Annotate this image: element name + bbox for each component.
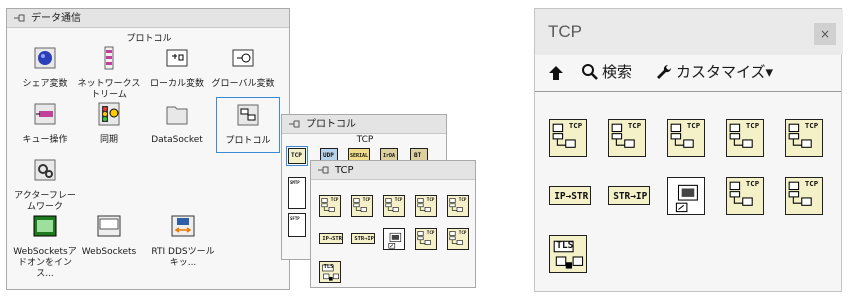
traffic-light-icon bbox=[98, 102, 120, 126]
wrench-icon bbox=[657, 64, 672, 79]
ip-to-string-icon[interactable]: IP→STR bbox=[319, 233, 343, 245]
websocket-icon bbox=[97, 215, 121, 237]
tcp-palette: TCP × 検索 カスタマイズ▾ TCP TCP TCP TCP TCP IP→STR ST… bbox=[534, 8, 843, 292]
tcp-wait-on-listener-icon[interactable]: TCP bbox=[447, 228, 469, 250]
tcp-function-text: TCP bbox=[686, 121, 701, 131]
global-variable-item[interactable]: グローバル変数 bbox=[211, 45, 275, 90]
string-to-ip-icon[interactable]: STR→IP bbox=[351, 233, 375, 245]
network-stream-icon bbox=[104, 46, 114, 70]
pin-icon[interactable] bbox=[13, 13, 27, 23]
tcp-listen-icon[interactable]: TCP bbox=[549, 119, 587, 157]
ip-to-string-icon[interactable]: IP→STR bbox=[549, 186, 591, 206]
customize-button[interactable]: カスタマイズ▾ bbox=[655, 61, 773, 82]
tcp-create-listener-icon[interactable]: TCP bbox=[415, 228, 437, 250]
tcp-function-text: TCP bbox=[458, 229, 467, 235]
tcp-open-connection-icon[interactable]: TCP bbox=[608, 119, 646, 157]
tcp-function-text: TCP bbox=[745, 179, 760, 189]
queue-icon bbox=[34, 103, 56, 125]
tcp-listen-icon[interactable]: TCP bbox=[319, 195, 341, 217]
string-to-ip-icon[interactable]: STR→IP bbox=[608, 186, 650, 206]
tcp-function-glyph bbox=[675, 184, 698, 213]
tcp-open-connection-icon[interactable]: TCP bbox=[351, 195, 373, 217]
global-variable-icon bbox=[232, 49, 254, 67]
protocol-titlebar[interactable]: プロトコル bbox=[282, 115, 446, 134]
tcp-function-text: TCP bbox=[804, 121, 819, 131]
folder-icon bbox=[166, 106, 188, 125]
protocol-palette-title: プロトコル bbox=[306, 118, 356, 130]
tcp-function-text: TCP bbox=[568, 121, 583, 131]
palette-title: データ通信 bbox=[31, 12, 81, 24]
websockets-addon-icon bbox=[33, 215, 57, 237]
search-button[interactable]: 検索 bbox=[581, 61, 632, 82]
small-tcp-title: TCP bbox=[335, 164, 354, 176]
network-stream-item[interactable]: ネットワークストリーム bbox=[77, 45, 141, 101]
section-header: プロトコル bbox=[126, 34, 172, 44]
websockets-item[interactable]: WebSockets bbox=[77, 213, 141, 258]
tcp-function-text: TLS bbox=[323, 264, 334, 271]
toolbar: 検索 カスタマイズ▾ bbox=[535, 61, 843, 85]
protocol-smtp-icon[interactable]: SMTP bbox=[288, 177, 306, 209]
tcp-close-connection-icon[interactable]: TCP bbox=[447, 195, 469, 217]
gears-icon bbox=[34, 159, 56, 181]
tcp-function-text: TCP bbox=[426, 229, 435, 235]
tcp-function-text: TLS bbox=[556, 240, 574, 252]
pin-icon[interactable] bbox=[288, 119, 302, 129]
shared-variable-item[interactable]: シェア変数 bbox=[13, 45, 77, 90]
queue-operations-item[interactable]: キュー操作 bbox=[13, 101, 77, 146]
rti-icon bbox=[171, 215, 195, 237]
synchronization-item[interactable]: 同期 bbox=[77, 101, 141, 146]
tcp-vi-reference-icon[interactable] bbox=[667, 177, 705, 215]
tcp-function-text: IP→STR bbox=[322, 236, 342, 243]
protocol-sftp-icon[interactable]: SFTP bbox=[288, 213, 306, 237]
tls-icon[interactable]: TLS bbox=[549, 235, 587, 273]
protocol-section-header: TCP bbox=[356, 135, 374, 145]
search-icon bbox=[582, 63, 598, 80]
tcp-function-text: STR→IP bbox=[354, 236, 374, 243]
small-tcp-titlebar[interactable]: TCP bbox=[311, 161, 475, 180]
tcp-function-text: TCP bbox=[458, 196, 467, 202]
tls-icon[interactable]: TLS bbox=[319, 261, 341, 283]
toolbar-separator bbox=[535, 91, 841, 92]
tcp-function-text: TCP bbox=[330, 196, 339, 202]
tcp-function-text: TCP bbox=[394, 196, 403, 202]
data-communication-palette: データ通信 プロトコル シェア変数 ネットワークストリーム ローカル変数 グロー… bbox=[6, 8, 290, 290]
tcp-read-icon[interactable]: TCP bbox=[383, 195, 405, 217]
rti-dds-toolkit-item[interactable]: RTI DDSツールキッ... bbox=[151, 213, 215, 269]
up-arrow-icon[interactable] bbox=[547, 64, 565, 82]
tcp-create-listener-icon[interactable]: TCP bbox=[726, 177, 764, 215]
protocol-item[interactable]: プロトコル bbox=[216, 97, 280, 153]
tcp-write-icon[interactable]: TCP bbox=[415, 195, 437, 217]
tcp-read-icon[interactable]: TCP bbox=[667, 119, 705, 157]
tcp-function-text: TCP bbox=[426, 196, 435, 202]
tcp-wait-on-listener-icon[interactable]: TCP bbox=[785, 177, 823, 215]
tcp-palette-titlebar[interactable]: TCP × bbox=[535, 9, 843, 55]
tcp-write-icon[interactable]: TCP bbox=[726, 119, 764, 157]
customize-label: カスタマイズ▾ bbox=[676, 63, 774, 81]
small-tcp-palette: TCP TCP TCP TCP TCP TCP IP→STR STR→IP TCP TCP TLS bbox=[310, 160, 476, 288]
tcp-function-text: IP→STR bbox=[554, 190, 589, 202]
close-button[interactable]: × bbox=[814, 23, 836, 45]
tcp-function-text: TCP bbox=[627, 121, 642, 131]
palette-titlebar[interactable]: データ通信 bbox=[7, 9, 289, 28]
tcp-function-text: TCP bbox=[804, 179, 819, 189]
search-label: 検索 bbox=[602, 63, 633, 81]
shared-variable-icon bbox=[34, 47, 56, 69]
tcp-vi-reference-icon[interactable] bbox=[383, 228, 405, 250]
tcp-close-connection-icon[interactable]: TCP bbox=[785, 119, 823, 157]
actor-framework-item[interactable]: アクターフレームワーク bbox=[13, 157, 77, 213]
protocol-icon bbox=[237, 104, 259, 126]
datasocket-item[interactable]: DataSocket bbox=[145, 101, 209, 146]
tcp-function-text: STR→IP bbox=[613, 190, 648, 202]
tcp-palette-title: TCP bbox=[548, 22, 582, 41]
pin-icon[interactable] bbox=[317, 165, 331, 175]
local-variable-item[interactable]: ローカル変数 bbox=[145, 45, 209, 90]
tcp-function-text: TCP bbox=[745, 121, 760, 131]
websockets-addon-item[interactable]: WebSocketsアドオンをインス... bbox=[13, 213, 77, 280]
tcp-function-text: TCP bbox=[362, 196, 371, 202]
local-variable-icon bbox=[166, 49, 188, 67]
protocol-tcp-icon[interactable]: TCP bbox=[286, 146, 308, 166]
tcp-function-glyph bbox=[388, 232, 402, 249]
